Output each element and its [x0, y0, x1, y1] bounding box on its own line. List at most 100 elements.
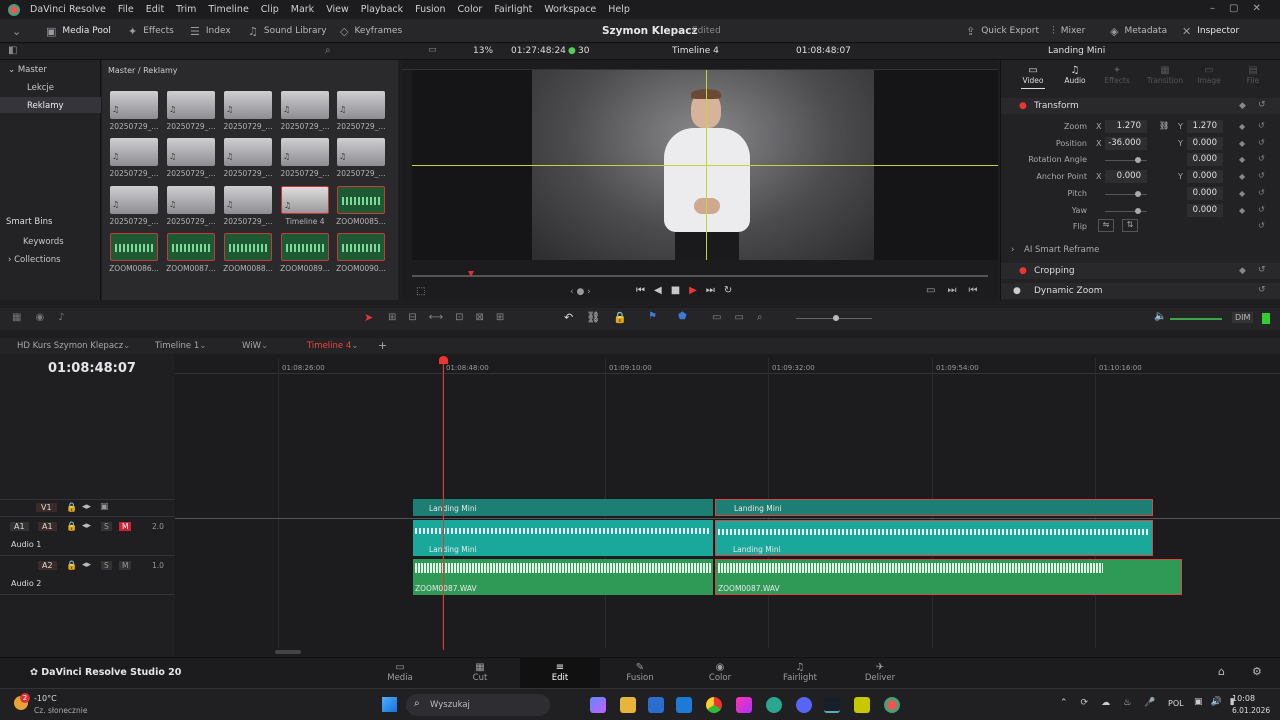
- resolve-taskbar-icon[interactable]: [884, 697, 900, 713]
- metadata-button[interactable]: ◈ Metadata: [1110, 19, 1167, 43]
- chrome-icon[interactable]: [706, 697, 722, 713]
- chevron-down-icon[interactable]: ⌄: [123, 341, 130, 351]
- video-clip-thumbnail[interactable]: ♫: [224, 138, 272, 166]
- page-edit[interactable]: ≡ Edit: [520, 658, 600, 689]
- keyframe-diamond-icon[interactable]: ◆: [1239, 155, 1245, 164]
- playhead-handle[interactable]: [439, 356, 448, 364]
- sound-library-button[interactable]: ♫ Sound Library: [248, 19, 327, 43]
- video-clip-thumbnail[interactable]: ♫: [110, 91, 158, 119]
- clip-a1-1[interactable]: Landing Mini: [413, 520, 713, 556]
- auto-select-icon[interactable]: ◂▸: [82, 502, 91, 512]
- effects-button[interactable]: ✦ Effects: [128, 19, 174, 43]
- track-a1-label[interactable]: A1: [38, 522, 57, 531]
- clock-date[interactable]: 6.01.2026: [1232, 706, 1270, 715]
- audio-clip-thumbnail[interactable]: [337, 186, 385, 214]
- reset-icon[interactable]: ↺: [1258, 121, 1265, 130]
- mixer-button[interactable]: ⫶ Mixer: [1052, 19, 1085, 43]
- video-clip-thumbnail[interactable]: ♫: [167, 138, 215, 166]
- keyframe-diamond-icon[interactable]: ◆: [1239, 139, 1245, 148]
- audio-clip-thumbnail[interactable]: [224, 233, 272, 261]
- timeline-thumbnail[interactable]: ♫: [281, 186, 329, 214]
- auto-select-icon[interactable]: ◂▸: [82, 521, 91, 531]
- track-a2-label[interactable]: A2: [38, 561, 57, 570]
- reset-icon[interactable]: ↺: [1258, 221, 1265, 230]
- bin-lekcje[interactable]: Lekcje: [27, 83, 54, 93]
- dynamic-zoom-enabled-icon[interactable]: ●: [1013, 286, 1021, 296]
- playhead[interactable]: [443, 360, 444, 650]
- viewer-scrubber[interactable]: [412, 275, 988, 277]
- rotation-field[interactable]: 0.000: [1187, 153, 1223, 167]
- pitch-field[interactable]: 0.000: [1187, 186, 1223, 200]
- inspector-tab-image[interactable]: ▭ Image: [1187, 65, 1231, 85]
- menu-workspace[interactable]: Workspace: [538, 4, 602, 15]
- keyframe-diamond-icon[interactable]: ◆: [1239, 122, 1245, 131]
- reset-icon[interactable]: ↺: [1258, 138, 1265, 147]
- clip-a2-2[interactable]: ZOOM0087.WAV: [715, 559, 1182, 595]
- menu-timeline[interactable]: Timeline: [202, 4, 254, 15]
- keyframe-diamond-icon[interactable]: ◆: [1239, 206, 1245, 215]
- yaw-field[interactable]: 0.000: [1187, 203, 1223, 217]
- clip-v1-1[interactable]: Landing Mini: [413, 499, 713, 516]
- store-icon[interactable]: [648, 697, 664, 713]
- edge-icon[interactable]: [766, 697, 782, 713]
- timeline-tab[interactable]: HD Kurs Szymon Klepacz ⌄: [17, 338, 130, 354]
- inspector-tab-video[interactable]: ▭ Video: [1011, 65, 1055, 85]
- page-cut[interactable]: ▦ Cut: [440, 658, 520, 689]
- search-icon[interactable]: ⌕: [325, 45, 331, 56]
- page-color[interactable]: ◉ Color: [680, 658, 760, 689]
- keyframes-button[interactable]: ◇ Keyframes: [340, 19, 402, 43]
- viewer-timeline-name[interactable]: Timeline 4: [672, 46, 719, 56]
- flip-vertical-icon[interactable]: ⇅: [1122, 219, 1138, 233]
- video-clip-thumbnail[interactable]: ♫: [110, 138, 158, 166]
- solo-button[interactable]: S: [101, 522, 112, 531]
- reset-icon[interactable]: ↺: [1258, 171, 1265, 180]
- windows-start-icon[interactable]: [382, 697, 397, 712]
- smart-bin-keywords[interactable]: Keywords: [23, 237, 64, 247]
- tray-icons[interactable]: ⌃⟳☁♨🎤: [1060, 698, 1168, 708]
- video-clip-thumbnail[interactable]: ♫: [224, 186, 272, 214]
- auto-select-icon[interactable]: ◂▸: [82, 560, 91, 570]
- menu-fairlight[interactable]: Fairlight: [488, 4, 538, 15]
- play-icon[interactable]: ▶: [689, 285, 706, 296]
- timeline-ruler[interactable]: 01:08:26:00 01:08:48:00 01:09:10:00 01:09:3…: [175, 354, 1280, 648]
- clip-a1-2[interactable]: Landing Mini: [715, 520, 1153, 556]
- video-clip-thumbnail[interactable]: ♫: [337, 91, 385, 119]
- clip-v1-2[interactable]: Landing Mini: [715, 499, 1153, 516]
- reset-icon[interactable]: ↺: [1258, 205, 1265, 214]
- audio-clip-thumbnail[interactable]: [167, 233, 215, 261]
- video-clip-thumbnail[interactable]: ♫: [281, 91, 329, 119]
- timeline-tab[interactable]: Timeline 1 ⌄: [155, 338, 206, 354]
- timeline-tab[interactable]: WiW ⌄: [242, 338, 268, 354]
- video-clip-thumbnail[interactable]: ♫: [281, 138, 329, 166]
- page-media[interactable]: ▭ Media: [360, 658, 440, 689]
- app-icon[interactable]: [854, 697, 870, 713]
- pitch-slider-knob[interactable]: [1135, 190, 1141, 197]
- position-x-field[interactable]: -36.000: [1105, 136, 1147, 150]
- page-fairlight[interactable]: ♫ Fairlight: [760, 658, 840, 689]
- video-clip-thumbnail[interactable]: ♫: [167, 186, 215, 214]
- timeline-view-icons[interactable]: ▦◉♪: [12, 312, 79, 323]
- lock-icon[interactable]: 🔒: [66, 561, 77, 571]
- page-deliver[interactable]: ✈ Deliver: [840, 658, 920, 689]
- index-button[interactable]: ☰ Index: [190, 19, 231, 43]
- timeline-timecode[interactable]: 01:08:48:07: [48, 361, 136, 376]
- inspector-tab-effects[interactable]: ✦ Effects: [1095, 65, 1139, 85]
- file-explorer-icon[interactable]: [620, 697, 636, 713]
- transform-enabled-icon[interactable]: ●: [1019, 101, 1027, 111]
- reset-icon[interactable]: ↺: [1258, 154, 1265, 163]
- edit-tool-icons[interactable]: ⊞⊟⟷⊡⊠⊞: [388, 312, 516, 323]
- cropping-section[interactable]: ● Cropping ◆ ↺: [1001, 263, 1280, 279]
- video-clip-thumbnail[interactable]: ♫: [167, 91, 215, 119]
- selection-tool-icon[interactable]: ➤: [364, 311, 373, 324]
- inspector-tab-file[interactable]: ▤ File: [1231, 65, 1275, 85]
- track-a1-patch[interactable]: A1: [10, 522, 29, 531]
- volume-slider[interactable]: [1170, 318, 1222, 320]
- audio-clip-thumbnail[interactable]: [281, 233, 329, 261]
- keyframe-diamond-icon[interactable]: ◆: [1239, 101, 1246, 111]
- jog-control-icon[interactable]: ‹ ● ›: [570, 287, 591, 297]
- menu-mark[interactable]: Mark: [285, 4, 320, 15]
- reset-icon[interactable]: ↺: [1258, 265, 1266, 275]
- sidebar-toggle-icon[interactable]: ◧: [8, 45, 17, 56]
- zoom-slider-knob[interactable]: [833, 315, 839, 321]
- viewer-options-icon[interactable]: ▭: [428, 45, 437, 55]
